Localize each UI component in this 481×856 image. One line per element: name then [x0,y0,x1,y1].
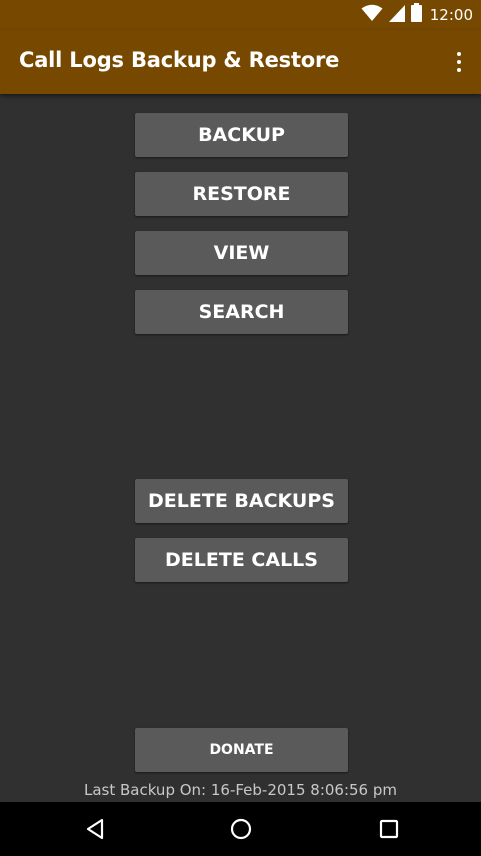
main-content: BACKUP RESTORE VIEW SEARCH DELETE BACKUP… [0,94,481,802]
backup-button[interactable]: BACKUP [135,113,348,157]
restore-button[interactable]: RESTORE [135,172,348,216]
last-backup-text: Last Backup On: 16-Feb-2015 8:06:56 pm [83,781,398,799]
search-button[interactable]: SEARCH [135,290,348,334]
nav-bar [0,802,481,856]
signal-icon [388,4,405,27]
status-bar: 12:00 [0,0,481,30]
overflow-dot [457,52,461,56]
more-vert-icon[interactable] [451,48,467,76]
home-icon[interactable] [226,814,256,844]
delete-backups-button[interactable]: DELETE BACKUPS [135,479,348,523]
battery-icon [410,3,422,27]
app-bar: Call Logs Backup & Restore [0,30,481,94]
overflow-dot [457,60,461,64]
status-time: 12:00 [429,6,473,24]
back-icon[interactable] [80,814,110,844]
donate-button[interactable]: DONATE [135,728,348,772]
delete-calls-button[interactable]: DELETE CALLS [135,538,348,582]
overflow-dot [457,68,461,72]
view-button[interactable]: VIEW [135,231,348,275]
recents-icon[interactable] [374,814,404,844]
app-title: Call Logs Backup & Restore [19,48,340,72]
status-icons: 12:00 [361,3,473,27]
wifi-icon [361,4,383,27]
